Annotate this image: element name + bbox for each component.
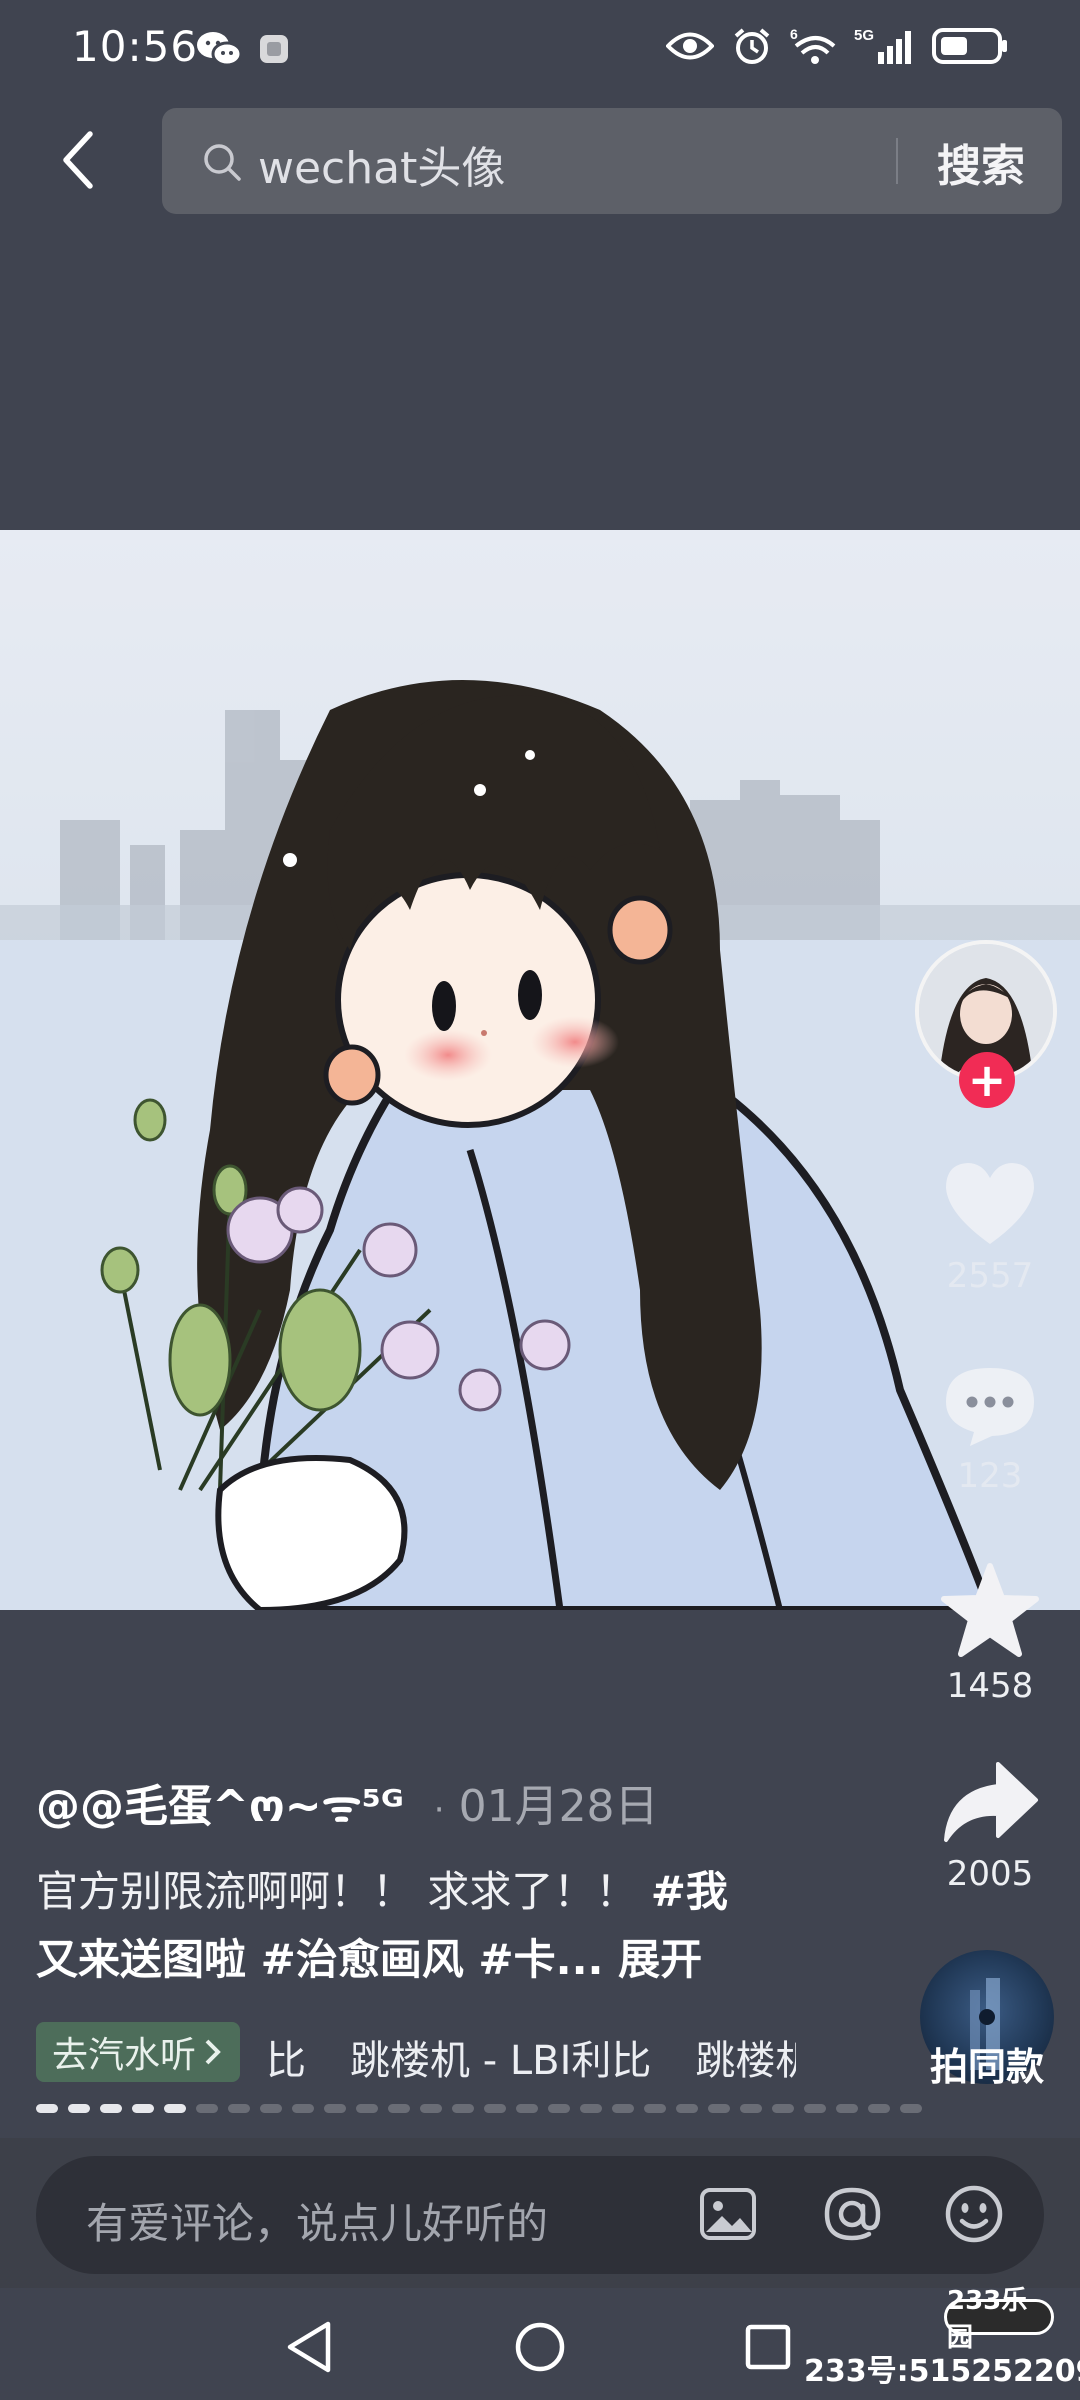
back-arrow-icon	[63, 131, 93, 189]
star-icon	[941, 1563, 1039, 1657]
progress-segment	[196, 2104, 218, 2113]
progress-segment	[772, 2104, 794, 2113]
separator-dot: ·	[433, 1790, 445, 1830]
search-query[interactable]: wechat头像	[258, 132, 505, 196]
circle-home-icon	[515, 2322, 565, 2372]
watermark-id: 233号:515252209	[804, 2354, 1080, 2389]
progress-segment	[708, 2104, 730, 2113]
progress-segment	[836, 2104, 858, 2113]
signal-icon: 5G	[854, 27, 911, 64]
search-box[interactable]: wechat头像 搜索	[162, 108, 1062, 214]
music-title-fragment: 比	[266, 2038, 306, 2084]
comment-count: 123	[957, 1456, 1023, 1496]
progress-segment	[580, 2104, 602, 2113]
progress-segment	[356, 2104, 378, 2113]
description-hashtags[interactable]: 又来送图啦 #治愈画风 #卡...	[36, 1935, 604, 1984]
hashtag[interactable]: #我	[651, 1867, 728, 1916]
like-count: 2557	[946, 1256, 1034, 1296]
progress-segment	[868, 2104, 890, 2113]
same-style-label[interactable]: 拍同款	[930, 2036, 1044, 2091]
favorite-button[interactable]: 1458	[930, 1562, 1050, 1706]
expand-button[interactable]: 展开	[618, 1935, 702, 1984]
emoji-icon	[945, 2185, 1003, 2243]
open-in-qishui-label: 去汽水听	[52, 2035, 197, 2076]
square-recents-icon	[745, 2324, 791, 2370]
chevron-right-icon	[205, 2039, 221, 2065]
progress-segment	[612, 2104, 634, 2113]
favorite-count: 1458	[946, 1666, 1034, 1706]
share-arrow-icon	[944, 1762, 1038, 1842]
progress-segment	[644, 2104, 666, 2113]
author-name[interactable]: @@毛蛋^ო~ᯤ⁵ᴳ	[36, 1770, 404, 1834]
music-title: 跳楼机 - LBI利比	[350, 2038, 652, 2084]
music-row[interactable]: 去汽水听 比跳楼机 - LBI利比 跳楼机	[36, 2022, 796, 2084]
heart-icon	[946, 1163, 1034, 1244]
image-icon	[700, 2188, 756, 2240]
search-divider	[896, 138, 898, 184]
progress-segment	[228, 2104, 250, 2113]
wifi-icon: 6	[790, 26, 836, 64]
progress-segment	[548, 2104, 570, 2113]
comment-button[interactable]: 123	[930, 1364, 1050, 1496]
comment-bubble-icon	[946, 1368, 1034, 1446]
author-row: @@毛蛋^ო~ᯤ⁵ᴳ · 01月28日	[36, 1770, 659, 1834]
progress-segment	[676, 2104, 698, 2113]
post-date: 01月28日	[458, 1781, 659, 1832]
progress-segment	[452, 2104, 474, 2113]
app-notification-icon	[260, 35, 288, 63]
progress-segment	[740, 2104, 762, 2113]
mention-button[interactable]	[820, 2182, 884, 2246]
description-line-2: 又来送图啦 #治愈画风 #卡... 展开	[36, 1926, 702, 1987]
progress-segment	[36, 2104, 58, 2113]
progress-segment	[900, 2104, 922, 2113]
description-line-1: 官方别限流啊啊！！ 求求了！！ #我	[36, 1858, 728, 1919]
triangle-back-icon	[287, 2321, 331, 2373]
progress-segment	[100, 2104, 122, 2113]
watermark-logo: 233乐园	[944, 2286, 1054, 2353]
author-avatar-button[interactable]: +	[915, 940, 1057, 1108]
status-right-icons: 6 5G	[666, 26, 1008, 66]
at-icon	[824, 2187, 881, 2241]
progress-segment	[516, 2104, 538, 2113]
search-icon	[204, 144, 241, 181]
follow-plus-button[interactable]: +	[959, 1052, 1015, 1108]
share-count: 2005	[946, 1854, 1034, 1894]
nav-home-button[interactable]	[505, 2312, 575, 2382]
image-picker-button[interactable]	[696, 2182, 760, 2246]
progress-segment	[164, 2104, 186, 2113]
emoji-button[interactable]	[942, 2182, 1006, 2246]
status-time: 10:56	[72, 22, 199, 71]
status-left-icons	[196, 30, 290, 68]
progress-segment	[420, 2104, 442, 2113]
progress-segment	[292, 2104, 314, 2113]
description-text: 官方别限流啊啊！！ 求求了！！	[36, 1867, 651, 1916]
progress-segment	[388, 2104, 410, 2113]
nav-recents-button[interactable]	[733, 2312, 803, 2382]
svg-text:6: 6	[790, 26, 798, 42]
back-button[interactable]	[48, 120, 108, 200]
status-bar: 10:56 6 5G	[0, 0, 1080, 100]
search-button[interactable]: 搜索	[937, 130, 1025, 194]
eye-icon	[666, 32, 714, 60]
nav-back-button[interactable]	[274, 2312, 344, 2382]
progress-segment	[804, 2104, 826, 2113]
carousel-progress	[36, 2104, 922, 2113]
battery-icon	[932, 28, 1007, 64]
like-button[interactable]: 2557	[930, 1158, 1050, 1296]
progress-segment	[132, 2104, 154, 2113]
progress-segment	[324, 2104, 346, 2113]
alarm-icon	[734, 28, 770, 64]
progress-segment	[484, 2104, 506, 2113]
open-in-qishui-button[interactable]: 去汽水听	[36, 2022, 241, 2082]
comment-input[interactable]: 有爱评论，说点儿好听的	[36, 2156, 1044, 2274]
comment-placeholder[interactable]: 有爱评论，说点儿好听的	[86, 2190, 548, 2251]
progress-segment	[260, 2104, 282, 2113]
music-title-scroller: 比跳楼机 - LBI利比 跳楼机	[266, 2028, 796, 2084]
share-button[interactable]: 2005	[930, 1758, 1050, 1894]
progress-segment	[68, 2104, 90, 2113]
wechat-notification-icon	[197, 32, 242, 67]
music-title-repeat: 跳楼机	[695, 2038, 796, 2084]
svg-text:5G: 5G	[854, 27, 874, 44]
